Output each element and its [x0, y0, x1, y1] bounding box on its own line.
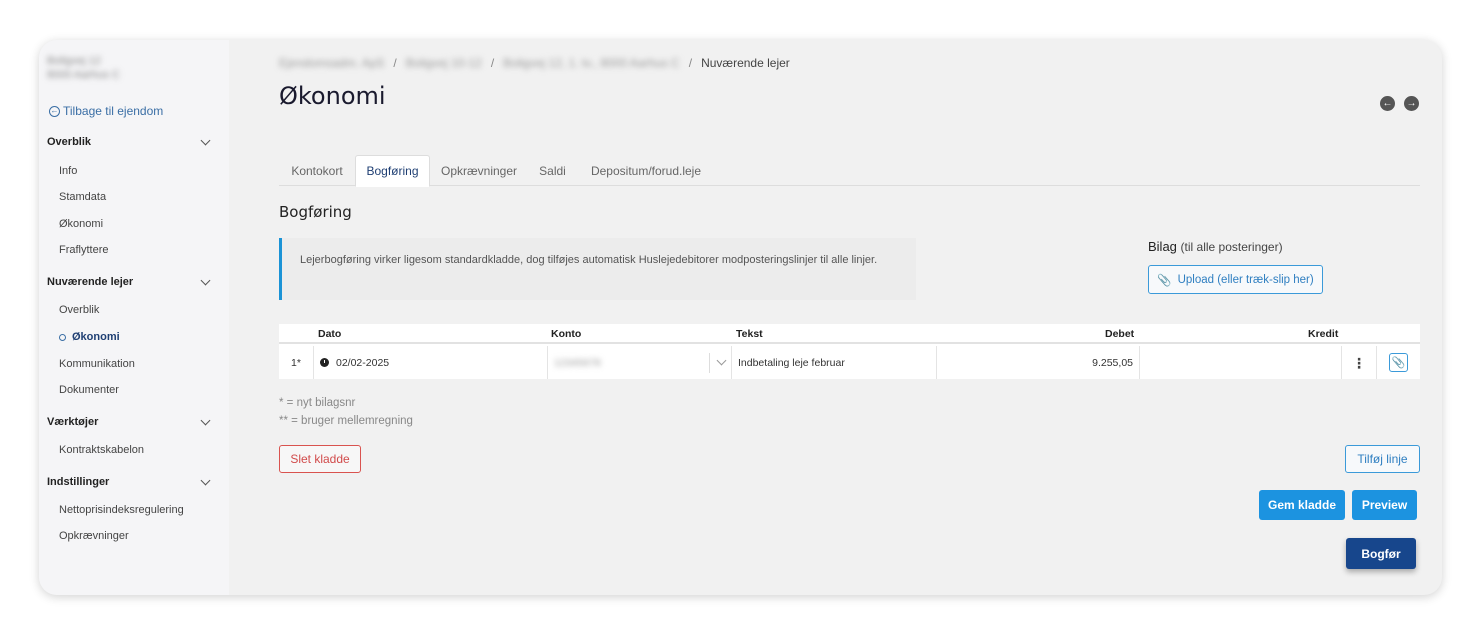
legend-new-voucher: * = nyt bilagsnr — [279, 397, 356, 409]
sidebar-item-lejer-overblik[interactable]: Overblik — [59, 304, 99, 316]
app-window: Boligvej 12 8000 Aarhus C ← Tilbage til … — [39, 40, 1442, 595]
page-title: Økonomi — [279, 82, 386, 110]
section-title: Bogføring — [279, 203, 352, 221]
preview-button[interactable]: Preview — [1352, 490, 1417, 520]
upload-button[interactable]: 📎 Upload (eller træk-slip her) — [1148, 265, 1323, 294]
sidebar-section-overblik[interactable]: Overblik — [47, 135, 213, 148]
main-content: Ejendomsadm. ApS / Boligvej 10-12 / Boli… — [229, 40, 1442, 595]
sidebar-item-fraflyttere[interactable]: Fraflyttere — [59, 244, 109, 256]
sidebar-section-nuvaerende-lejer[interactable]: Nuværende lejer — [47, 275, 213, 288]
chevron-down-icon — [716, 355, 727, 366]
row-attachment-button[interactable]: 📎 — [1377, 346, 1420, 379]
sidebar-item-opkraevninger[interactable]: Opkrævninger — [59, 530, 129, 542]
chevron-down-icon — [200, 475, 211, 485]
breadcrumb-current: Nuværende lejer — [701, 56, 790, 70]
breadcrumb: Ejendomsadm. ApS / Boligvej 10-12 / Boli… — [279, 56, 790, 70]
clock-icon — [320, 358, 329, 367]
row-menu-button[interactable]: ⋮ — [1342, 346, 1377, 379]
tab-saldi[interactable]: Saldi — [528, 155, 577, 186]
row-number: 1* — [279, 346, 314, 379]
arrow-right-icon[interactable]: → — [1404, 96, 1419, 111]
sidebar-item-stamdata[interactable]: Stamdata — [59, 191, 106, 203]
column-header-debet: Debet — [1105, 328, 1135, 340]
breadcrumb-item[interactable]: Boligvej 12, 1. tv., 8000 Aarhus C — [503, 56, 680, 70]
sidebar-item-kontraktskabelon[interactable]: Kontraktskabelon — [59, 444, 144, 456]
tekst-input[interactable]: Indbetaling leje februar — [732, 346, 937, 379]
delete-draft-button[interactable]: Slet kladde — [279, 445, 361, 473]
kredit-input[interactable] — [1140, 346, 1342, 379]
sidebar-section-indstillinger[interactable]: Indstillinger — [47, 475, 213, 488]
tab-bogforing[interactable]: Bogføring — [355, 155, 430, 187]
tab-kontokort[interactable]: Kontokort — [279, 155, 355, 186]
sidebar: Boligvej 12 8000 Aarhus C ← Tilbage til … — [39, 40, 229, 595]
sidebar-item-okonomi[interactable]: Økonomi — [59, 218, 103, 230]
tab-depositum[interactable]: Depositum/forud.leje — [577, 155, 715, 186]
save-draft-button[interactable]: Gem kladde — [1259, 490, 1345, 520]
column-header-kredit: Kredit — [1308, 328, 1339, 340]
sidebar-item-info[interactable]: Info — [59, 165, 77, 177]
more-vertical-icon: ⋮ — [1352, 354, 1366, 371]
sidebar-item-nettoprisindeksregulering[interactable]: Nettoprisindeksregulering — [59, 504, 184, 516]
chevron-down-icon — [200, 275, 211, 285]
sidebar-item-dokumenter[interactable]: Dokumenter — [59, 384, 119, 396]
back-to-property-link[interactable]: ← Tilbage til ejendom — [49, 104, 163, 118]
arrow-left-circle-icon: ← — [49, 105, 60, 117]
column-header-dato: Dato — [318, 328, 342, 340]
breadcrumb-item[interactable]: Ejendomsadm. ApS — [279, 56, 384, 70]
table-row: 1* 02/02-2025 12345678 Indbetaling leje … — [279, 346, 1420, 379]
tab-bar: Kontokort Bogføring Opkrævninger Saldi D… — [279, 155, 1420, 187]
column-header-konto: Konto — [551, 328, 582, 340]
sidebar-item-kommunikation[interactable]: Kommunikation — [59, 358, 135, 370]
posting-table: Dato Konto Tekst Debet Kredit 1* 02/02-2… — [279, 324, 1420, 379]
legend-intermediate: ** = bruger mellemregning — [279, 415, 413, 427]
bilag-heading: Bilag (til alle posteringer) — [1148, 239, 1283, 254]
chevron-down-icon — [200, 415, 211, 425]
paperclip-icon: 📎 — [1157, 274, 1172, 287]
breadcrumb-item[interactable]: Boligvej 10-12 — [406, 56, 482, 70]
paperclip-icon: 📎 — [1389, 353, 1408, 372]
active-dot-icon — [59, 334, 66, 341]
date-field[interactable]: 02/02-2025 — [314, 346, 548, 379]
column-header-tekst: Tekst — [736, 328, 763, 340]
sidebar-section-vaerktojer[interactable]: Værktøjer — [47, 415, 213, 428]
debet-input[interactable]: 9.255,05 — [937, 346, 1140, 379]
info-box: Lejerbogføring virker ligesom standardkl… — [279, 238, 916, 300]
post-button[interactable]: Bogfør — [1346, 538, 1416, 569]
table-header: Dato Konto Tekst Debet Kredit — [279, 324, 1420, 344]
sidebar-address: Boligvej 12 8000 Aarhus C — [47, 55, 120, 81]
add-line-button[interactable]: Tilføj linje — [1345, 445, 1420, 473]
chevron-down-icon — [200, 135, 211, 145]
konto-select[interactable]: 12345678 — [548, 346, 732, 379]
tab-opkraevninger[interactable]: Opkrævninger — [430, 155, 528, 186]
arrow-left-icon[interactable]: ← — [1380, 96, 1395, 111]
sidebar-item-lejer-okonomi[interactable]: Økonomi — [72, 331, 120, 343]
